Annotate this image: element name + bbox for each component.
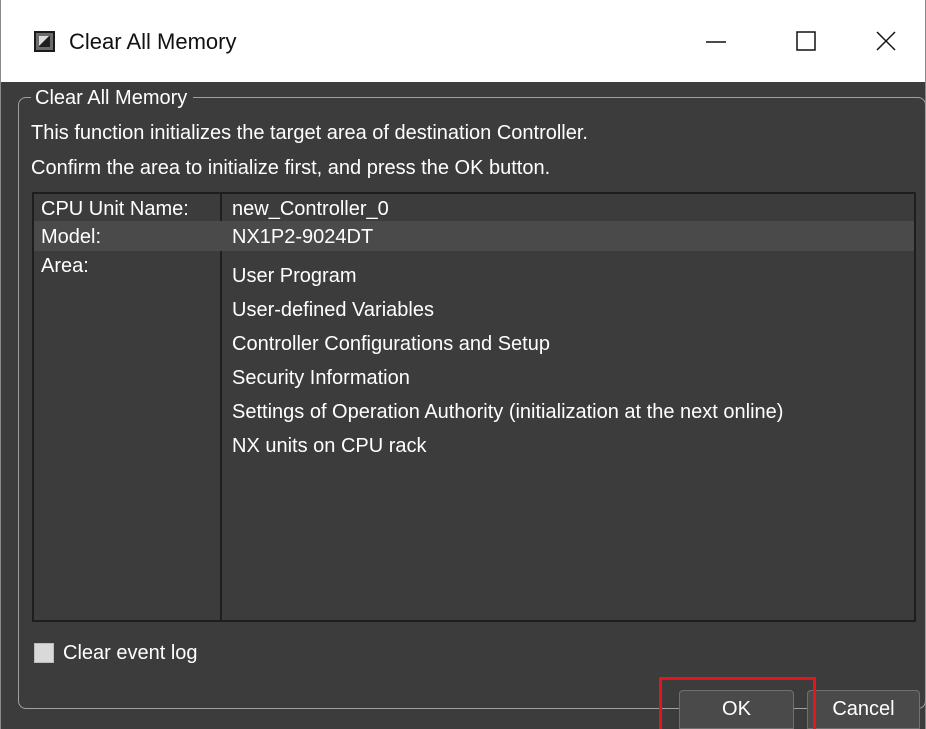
- window-title: Clear All Memory: [69, 29, 237, 54]
- area-item: Controller Configurations and Setup: [232, 333, 550, 355]
- checkbox-box[interactable]: [34, 643, 54, 663]
- title-bar[interactable]: Clear All Memory: [1, 0, 925, 82]
- minimize-icon: [706, 41, 726, 43]
- cancel-button[interactable]: Cancel: [807, 690, 920, 729]
- maximize-button[interactable]: [761, 10, 851, 72]
- ok-button[interactable]: OK: [679, 690, 794, 729]
- column-divider: [220, 194, 222, 620]
- maximize-icon: [796, 31, 816, 51]
- area-item: NX units on CPU rack: [232, 435, 427, 457]
- minimize-button[interactable]: [671, 10, 761, 72]
- area-list: User Program User-defined Variables Cont…: [232, 259, 783, 463]
- area-item: User Program: [232, 265, 357, 287]
- cpu-unit-name-label: CPU Unit Name:: [41, 198, 189, 220]
- close-icon: [876, 31, 896, 51]
- clear-all-memory-dialog: Clear All Memory Clear All Memory This f…: [0, 0, 926, 729]
- model-row: Model: NX1P2-9024DT: [34, 221, 914, 251]
- group-legend: Clear All Memory: [31, 85, 194, 111]
- area-item: User-defined Variables: [232, 299, 434, 321]
- clear-event-log-checkbox[interactable]: Clear event log: [34, 640, 198, 666]
- close-button[interactable]: [841, 10, 926, 72]
- target-info-table: CPU Unit Name: new_Controller_0 Model: N…: [32, 192, 916, 622]
- cpu-unit-name-value: new_Controller_0: [232, 198, 389, 220]
- clear-event-log-label[interactable]: Clear event log: [63, 640, 198, 666]
- cpu-unit-name-row: CPU Unit Name: new_Controller_0: [34, 194, 914, 221]
- area-item: Settings of Operation Authority (initial…: [232, 401, 784, 423]
- area-label: Area:: [41, 255, 89, 277]
- description-line-1: This function initializes the target are…: [31, 122, 588, 144]
- model-label: Model:: [41, 226, 102, 248]
- model-value: NX1P2-9024DT: [232, 226, 374, 248]
- description-line-2: Confirm the area to initialize first, an…: [31, 157, 551, 179]
- app-icon: [34, 31, 55, 52]
- area-item: Security Information: [232, 367, 410, 389]
